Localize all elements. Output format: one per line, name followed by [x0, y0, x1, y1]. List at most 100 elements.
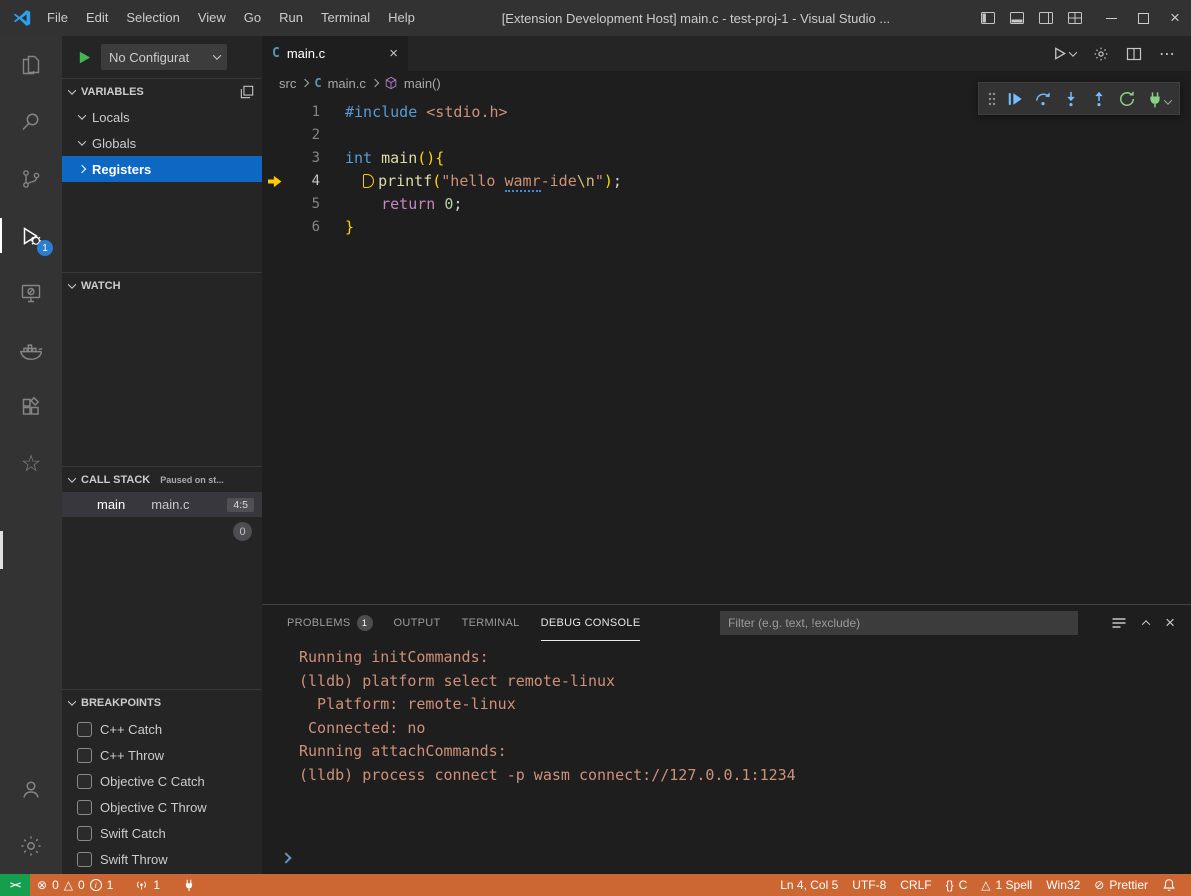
panel-tab-problems[interactable]: PROBLEMS1 [287, 605, 373, 641]
variables-item-globals[interactable]: Globals [62, 130, 262, 156]
code-line-3[interactable]: 3int main(){ [262, 147, 1191, 170]
menu-go[interactable]: Go [235, 0, 270, 36]
code-line-2[interactable]: 2 [262, 124, 1191, 147]
split-editor-icon[interactable] [1126, 46, 1142, 62]
callstack-frame-main[interactable]: mainmain.c4:5 [62, 492, 262, 517]
breakpoint-margin[interactable] [262, 216, 288, 239]
language-indicator[interactable]: {} C [939, 874, 975, 896]
step-out-button[interactable] [1085, 85, 1113, 113]
spell-checker-status[interactable]: △ 1 Spell [974, 874, 1039, 896]
breakpoint-swift-catch[interactable]: Swift Catch [62, 820, 262, 846]
maximize-button[interactable] [1127, 0, 1159, 36]
ports-status[interactable]: 1 [128, 874, 167, 896]
panel-tab-debug-console[interactable]: DEBUG CONSOLE [541, 605, 641, 641]
checkbox-icon[interactable] [77, 774, 92, 789]
eol-indicator[interactable]: CRLF [893, 874, 938, 896]
breakpoint-c-catch[interactable]: C++ Catch [62, 716, 262, 742]
menu-edit[interactable]: Edit [77, 0, 117, 36]
breakpoint-margin[interactable] [262, 101, 288, 124]
activity-star[interactable]: ☆ [0, 435, 62, 492]
activity-bar: 1 ☆ [0, 36, 62, 874]
c-file-icon: C [314, 76, 321, 90]
panel-tab-output[interactable]: OUTPUT [394, 605, 441, 641]
chevron-down-icon [68, 474, 76, 482]
tab-main-c[interactable]: C main.c × [262, 36, 408, 71]
console-menu-icon[interactable] [1111, 615, 1127, 631]
console-filter-input[interactable] [720, 611, 1078, 635]
code-line-6[interactable]: 6} [262, 216, 1191, 239]
activity-explorer[interactable] [0, 36, 62, 93]
activity-remote-explorer[interactable] [0, 264, 62, 321]
close-icon[interactable]: × [389, 45, 398, 62]
breakpoint-c-throw[interactable]: C++ Throw [62, 742, 262, 768]
debug-plug-icon[interactable] [175, 874, 203, 896]
drag-grip-icon[interactable] [983, 85, 1001, 113]
platform-indicator[interactable]: Win32 [1039, 874, 1087, 896]
breakpoint-margin[interactable] [262, 193, 288, 216]
start-debugging-icon[interactable] [77, 50, 92, 65]
cursor-position[interactable]: Ln 4, Col 5 [773, 874, 845, 896]
toggle-secondary-sidebar-icon[interactable] [1038, 10, 1054, 26]
encoding-indicator[interactable]: UTF-8 [845, 874, 893, 896]
breakpoint-swift-throw[interactable]: Swift Throw [62, 846, 262, 872]
gear-icon[interactable] [1093, 46, 1109, 62]
checkbox-icon[interactable] [77, 826, 92, 841]
activity-extensions[interactable] [0, 378, 62, 435]
step-into-button[interactable] [1057, 85, 1085, 113]
activity-run-and-debug[interactable]: 1 [0, 207, 62, 264]
restart-button[interactable] [1113, 85, 1141, 113]
radio-tower-icon [135, 879, 148, 892]
remote-indicator[interactable]: >< [0, 874, 30, 896]
console-line: Connected: no [299, 717, 1191, 741]
close-panel-icon[interactable]: × [1165, 613, 1175, 633]
code-line-4[interactable]: 4 printf("hello wamr-ide\n"); [262, 170, 1191, 193]
variables-item-locals[interactable]: Locals [62, 104, 262, 130]
menu-terminal[interactable]: Terminal [312, 0, 379, 36]
callstack-section-header[interactable]: CALL STACK Paused on st... [62, 466, 262, 492]
checkbox-icon[interactable] [77, 722, 92, 737]
activity-search[interactable] [0, 93, 62, 150]
activity-account[interactable] [0, 760, 62, 817]
menu-file[interactable]: File [38, 0, 77, 36]
toggle-sidebar-icon[interactable] [980, 10, 996, 26]
breakpoint-margin[interactable] [262, 170, 288, 193]
menu-help[interactable]: Help [379, 0, 424, 36]
open-panel-icon[interactable] [240, 85, 254, 99]
problems-status[interactable]: ⊗ 0 △ 0 i 1 [30, 874, 120, 896]
activity-docker[interactable] [0, 321, 62, 378]
menu-selection[interactable]: Selection [117, 0, 188, 36]
activity-settings[interactable] [0, 817, 62, 874]
console-prompt-icon[interactable] [280, 852, 291, 863]
breakpoints-section-header[interactable]: BREAKPOINTS [62, 689, 262, 715]
status-bar-right: Ln 4, Col 5 UTF-8 CRLF {} C △ 1 Spell Wi… [773, 874, 1191, 896]
step-over-button[interactable] [1029, 85, 1057, 113]
customize-layout-icon[interactable] [1067, 10, 1083, 26]
breakpoint-objective-c-catch[interactable]: Objective C Catch [62, 768, 262, 794]
checkbox-icon[interactable] [77, 852, 92, 867]
watch-section-header[interactable]: WATCH [62, 272, 262, 298]
menu-run[interactable]: Run [270, 0, 312, 36]
close-button[interactable]: × [1159, 0, 1191, 36]
breakpoint-margin[interactable] [262, 147, 288, 170]
more-actions-icon[interactable]: ⋯ [1159, 44, 1176, 64]
activity-source-control[interactable] [0, 150, 62, 207]
code-editor[interactable]: 1#include <stdio.h>23int main(){4 printf… [262, 95, 1191, 604]
run-or-debug-button[interactable] [1052, 46, 1076, 61]
continue-button[interactable] [1001, 85, 1029, 113]
notifications-bell[interactable] [1155, 874, 1183, 896]
checkbox-icon[interactable] [77, 800, 92, 815]
variables-section-header[interactable]: VARIABLES [62, 78, 262, 104]
checkbox-icon[interactable] [77, 748, 92, 763]
variables-item-registers[interactable]: Registers [62, 156, 262, 182]
panel-tab-terminal[interactable]: TERMINAL [462, 605, 520, 641]
maximize-panel-icon[interactable] [1142, 620, 1150, 628]
breakpoint-margin[interactable] [262, 124, 288, 147]
debug-console-output[interactable]: Running initCommands:(lldb) platform sel… [262, 641, 1191, 874]
debug-config-dropdown[interactable]: No Configurat [101, 44, 227, 70]
menu-view[interactable]: View [189, 0, 235, 36]
toggle-panel-icon[interactable] [1009, 10, 1025, 26]
code-line-5[interactable]: 5 return 0; [262, 193, 1191, 216]
minimize-button[interactable] [1095, 0, 1127, 36]
breakpoint-objective-c-throw[interactable]: Objective C Throw [62, 794, 262, 820]
formatter-status[interactable]: ⊘ Prettier [1087, 874, 1155, 896]
